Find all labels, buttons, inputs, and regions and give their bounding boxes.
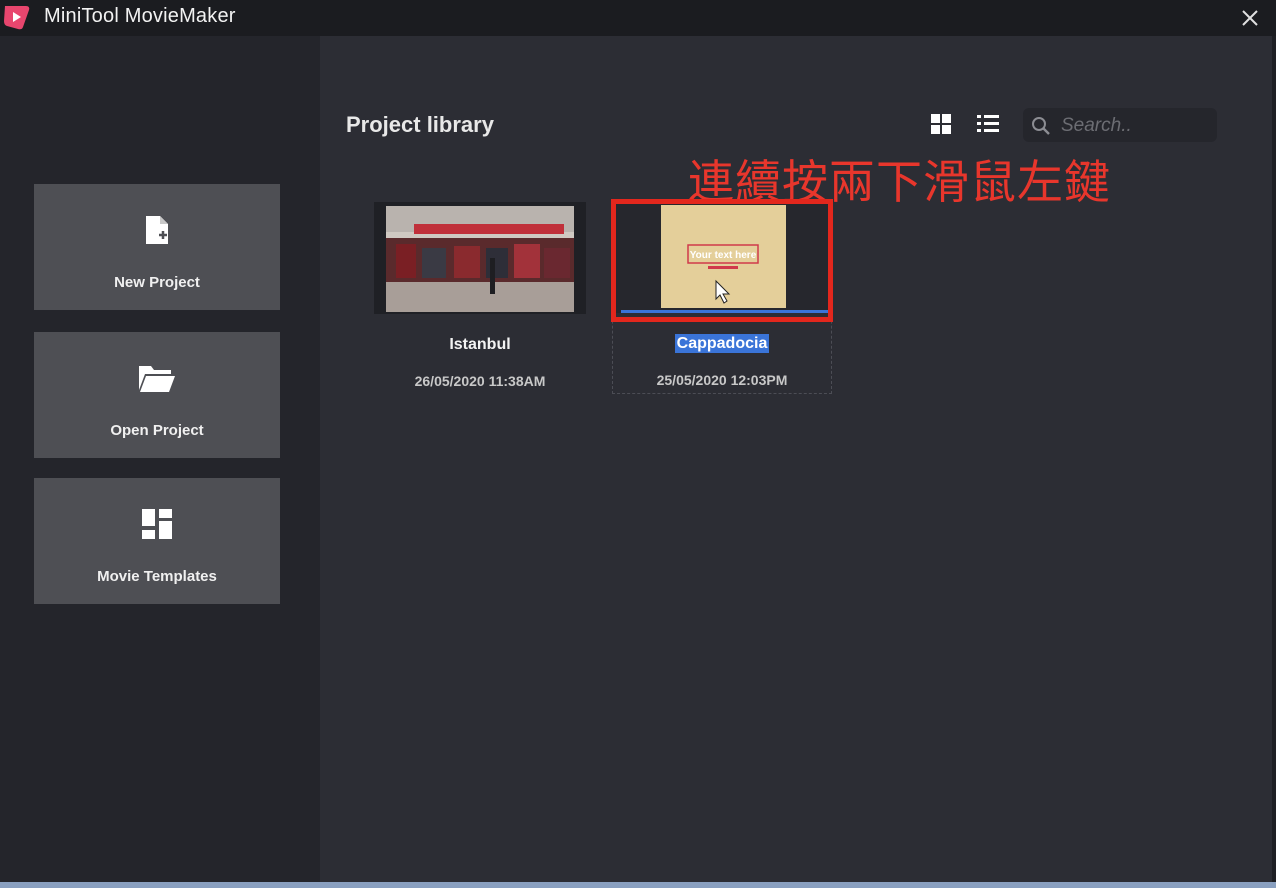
project-name: Cappadocia — [613, 334, 831, 353]
sidebar: New Project Open Project Movie Templates — [0, 36, 320, 882]
search-input[interactable] — [1059, 112, 1213, 140]
search-icon — [1032, 117, 1050, 135]
project-thumbnail — [374, 202, 586, 314]
grid-view-icon[interactable] — [930, 113, 952, 135]
project-date: 25/05/2020 12:03PM — [656, 372, 788, 388]
movie-templates-label: Movie Templates — [97, 568, 217, 585]
list-view-icon[interactable] — [976, 112, 1000, 136]
title-bar: MiniTool MovieMaker — [0, 0, 1276, 36]
project-card-istanbul[interactable]: Istanbul 26/05/2020 11:38AM — [374, 202, 586, 398]
templates-icon — [142, 509, 172, 539]
movie-templates-button[interactable]: Movie Templates — [34, 478, 280, 604]
cappadocia-thumbnail-image: Your text here — [621, 205, 829, 313]
project-date: 26/05/2020 11:38AM — [414, 373, 546, 389]
page-title: Project library — [346, 112, 494, 137]
close-icon[interactable] — [1238, 6, 1262, 30]
app-logo-icon — [4, 6, 30, 30]
window-border — [0, 882, 1276, 888]
istanbul-thumbnail-image — [386, 206, 574, 312]
project-card-cappadocia[interactable]: Your text here Cappadocia 25/05/2020 12:… — [612, 200, 832, 394]
search-box[interactable] — [1023, 108, 1217, 142]
new-file-icon — [146, 216, 168, 244]
project-name: Istanbul — [449, 336, 511, 353]
open-project-button[interactable]: Open Project — [34, 332, 280, 458]
thumbnail-text: Your text here — [690, 250, 757, 261]
new-project-button[interactable]: New Project — [34, 184, 280, 310]
app-title: MiniTool MovieMaker — [44, 5, 236, 27]
project-thumbnail: Your text here — [616, 201, 829, 313]
project-library-panel: Project library 連續按兩下滑鼠左鍵 — [320, 36, 1272, 882]
project-name-selected: Cappadocia — [674, 334, 770, 353]
folder-icon — [139, 366, 175, 392]
new-project-label: New Project — [114, 274, 200, 291]
open-project-label: Open Project — [110, 422, 204, 439]
